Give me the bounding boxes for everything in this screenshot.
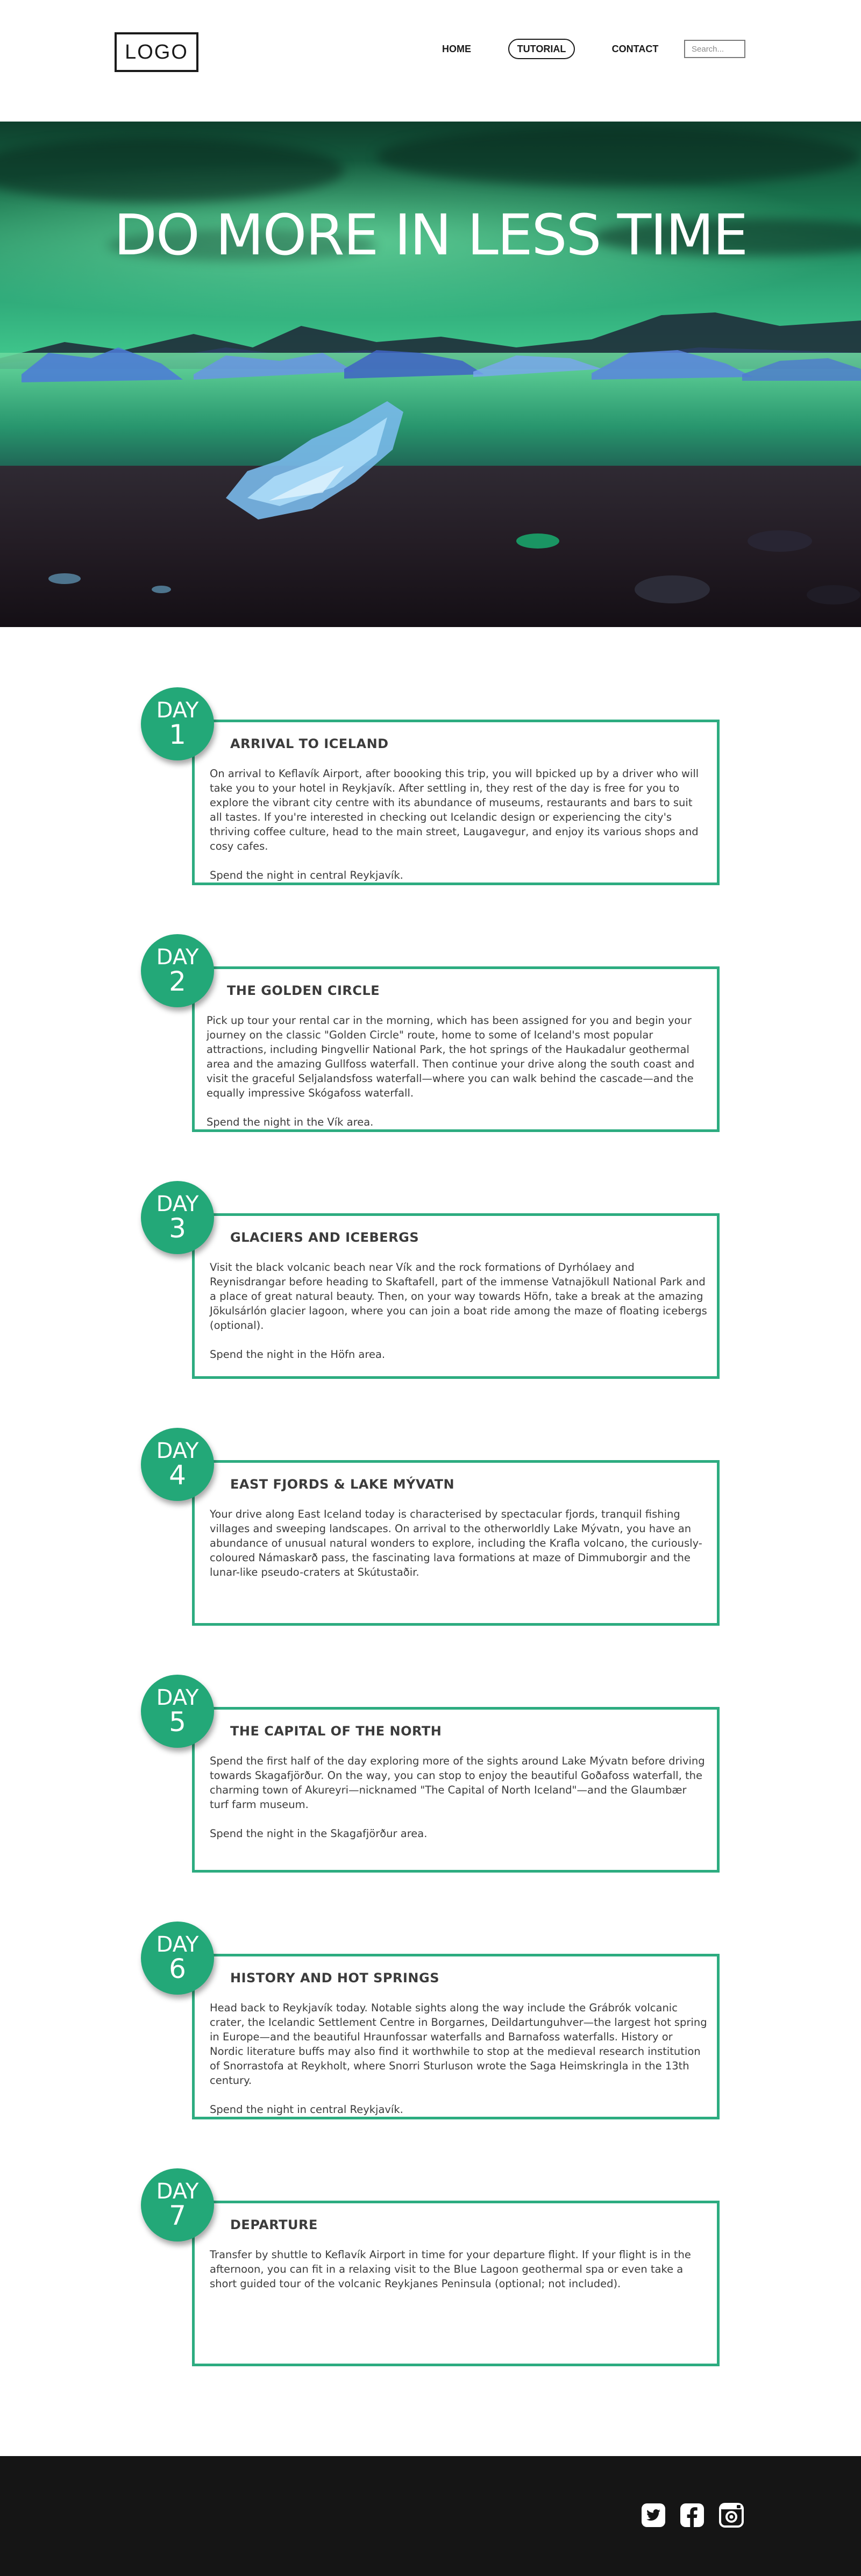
day-note: Spend the night in the Höfn area. (210, 1348, 386, 1361)
facebook-icon[interactable] (679, 2502, 705, 2528)
day-label: DAY (156, 1685, 199, 1710)
hero-title: DO MORE IN LESS TIME (113, 202, 749, 268)
day-number: 7 (169, 2200, 186, 2231)
day-card: THE CAPITAL OF THE NORTH Spend the first… (192, 1707, 720, 1873)
day-section: DAY 5 THE CAPITAL OF THE NORTH Spend the… (0, 1675, 861, 1890)
day-body-text: Visit the black volcanic beach near Vík … (210, 1261, 707, 1332)
day-description: Visit the black volcanic beach near Vík … (210, 1260, 707, 1362)
site-header: LOGO HOME TUTORIAL CONTACT (0, 0, 861, 122)
day-card: HISTORY AND HOT SPRINGS Head back to Rey… (192, 1954, 720, 2119)
day-note: Spend the night in central Reykjavík. (210, 869, 403, 881)
day-number: 3 (169, 1213, 186, 1244)
day-card: ARRIVAL TO ICELAND On arrival to Keflaví… (192, 720, 720, 885)
nav-tutorial-link[interactable]: TUTORIAL (508, 39, 575, 59)
search-input[interactable] (684, 40, 745, 58)
day-badge: DAY 7 (141, 2168, 214, 2241)
day-title: HISTORY AND HOT SPRINGS (230, 1970, 439, 1986)
day-section: DAY 3 GLACIERS AND ICEBERGS Visit the bl… (0, 1181, 861, 1396)
day-body-text: Spend the first half of the day explorin… (210, 1755, 705, 1811)
cloud (376, 127, 860, 186)
day-description: On arrival to Keflavík Airport, after bo… (210, 766, 707, 883)
day-body-text: Head back to Reykjavík today. Notable si… (210, 2002, 707, 2087)
iceberg (22, 347, 861, 382)
day-title: EAST FJORDS & LAKE MÝVATN (230, 1477, 455, 1492)
nav-home-link[interactable]: HOME (433, 39, 480, 59)
day-label: DAY (156, 1192, 199, 1216)
rocks (48, 530, 860, 604)
day-section: DAY 6 HISTORY AND HOT SPRINGS Head back … (0, 1922, 861, 2137)
day-badge: DAY 6 (141, 1922, 214, 1995)
day-section: DAY 2 THE GOLDEN CIRCLE Pick up tour you… (0, 934, 861, 1149)
day-title: DEPARTURE (230, 2217, 318, 2232)
day-label: DAY (156, 1932, 199, 1957)
day-note: Spend the night in the Vík area. (207, 1116, 374, 1128)
day-section: DAY 7 DEPARTURE Transfer by shuttle to K… (0, 2168, 861, 2383)
day-section: DAY 4 EAST FJORDS & LAKE MÝVATN Your dri… (0, 1428, 861, 1643)
site-footer (0, 2456, 861, 2576)
twitter-icon[interactable] (641, 2502, 666, 2528)
day-description: Pick up tour your rental car in the morn… (207, 1013, 709, 1129)
day-label: DAY (156, 1439, 199, 1463)
day-body-text: Your drive along East Iceland today is c… (210, 1508, 702, 1578)
day-number: 2 (169, 966, 186, 997)
day-number: 4 (169, 1460, 186, 1491)
day-number: 1 (169, 719, 186, 750)
day-title: THE CAPITAL OF THE NORTH (230, 1724, 442, 1739)
day-description: Your drive along East Iceland today is c… (210, 1507, 707, 1579)
instagram-icon[interactable] (718, 2502, 744, 2528)
day-label: DAY (156, 2179, 199, 2204)
day-badge: DAY 4 (141, 1428, 214, 1501)
day-title: ARRIVAL TO ICELAND (230, 736, 389, 751)
day-badge: DAY 5 (141, 1675, 214, 1748)
day-card: THE GOLDEN CIRCLE Pick up tour your rent… (192, 966, 720, 1132)
day-badge: DAY 3 (141, 1181, 214, 1254)
day-card: DEPARTURE Transfer by shuttle to Keflaví… (192, 2201, 720, 2366)
day-label: DAY (156, 945, 199, 970)
day-note: Spend the night in the Skagafjörður area… (210, 1827, 428, 1840)
day-badge: DAY 2 (141, 934, 214, 1007)
day-note: Spend the night in central Reykjavík. (210, 2103, 403, 2116)
day-description: Head back to Reykjavík today. Notable si… (210, 2001, 707, 2117)
nav-contact-link[interactable]: CONTACT (604, 39, 666, 59)
day-description: Spend the first half of the day explorin… (210, 1754, 707, 1841)
day-description: Transfer by shuttle to Keflavík Airport … (210, 2247, 707, 2291)
day-body-text: Pick up tour your rental car in the morn… (207, 1014, 695, 1099)
day-section: DAY 1 ARRIVAL TO ICELAND On arrival to K… (0, 687, 861, 902)
day-number: 6 (169, 1953, 186, 1984)
day-number: 5 (169, 1706, 186, 1738)
day-card: EAST FJORDS & LAKE MÝVATN Your drive alo… (192, 1460, 720, 1626)
logo[interactable]: LOGO (115, 32, 198, 72)
day-label: DAY (156, 698, 199, 723)
day-card: GLACIERS AND ICEBERGS Visit the black vo… (192, 1213, 720, 1379)
day-badge: DAY 1 (141, 687, 214, 760)
day-body-text: Transfer by shuttle to Keflavík Airport … (210, 2248, 691, 2290)
day-title: THE GOLDEN CIRCLE (227, 983, 380, 998)
day-title: GLACIERS AND ICEBERGS (230, 1230, 419, 1245)
hero-banner: DO MORE IN LESS TIME (0, 122, 861, 627)
day-body-text: On arrival to Keflavík Airport, after bo… (210, 767, 699, 852)
